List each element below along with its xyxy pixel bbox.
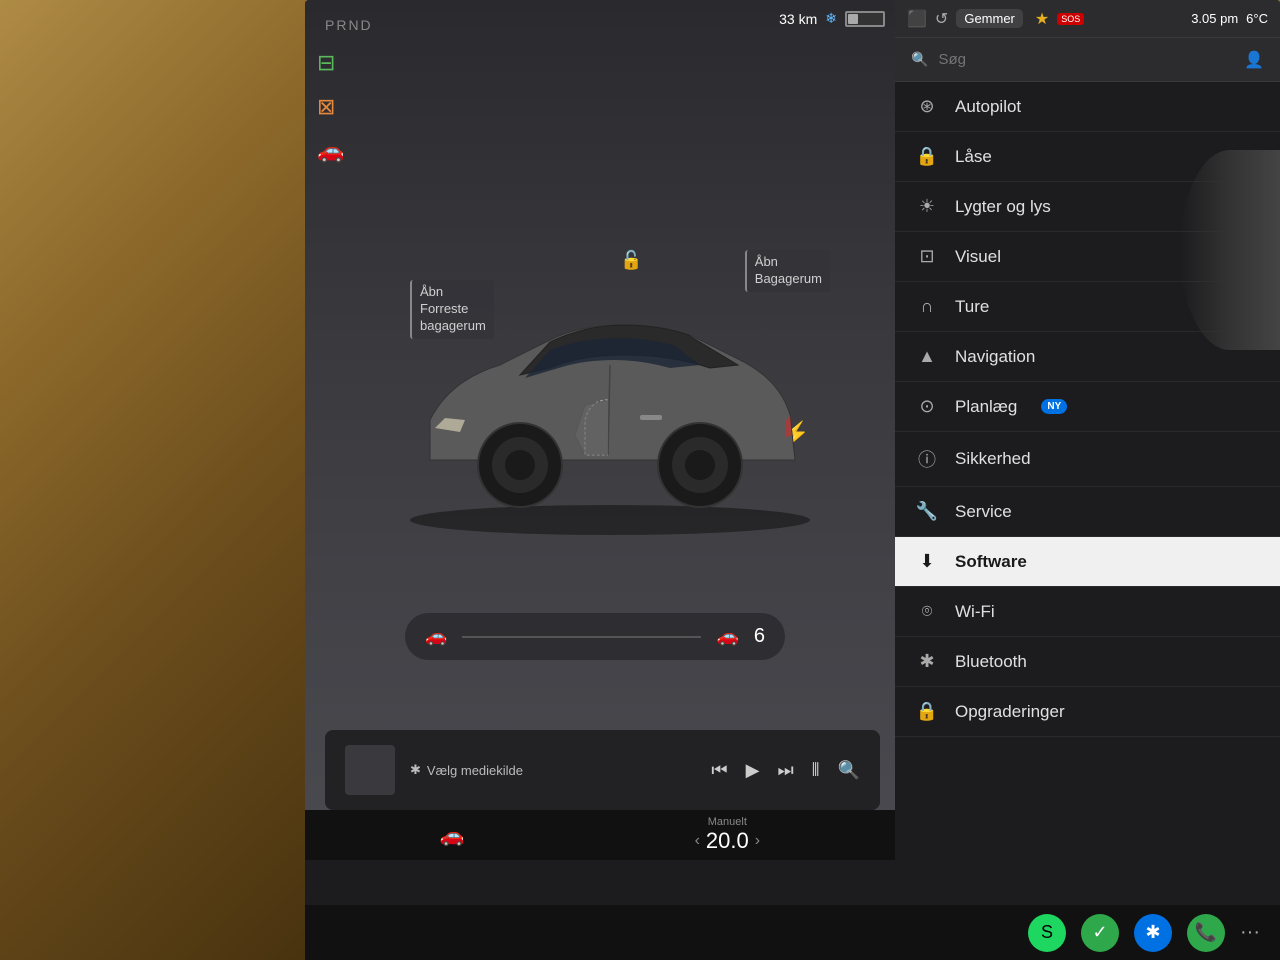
sikkerhed-label: Sikkerhed [955, 449, 1031, 469]
planlaeg-label: Planlæg [955, 397, 1017, 417]
top-bar: PRND 33 km ❄ [305, 0, 895, 50]
autopilot-icon: ⊛ [915, 96, 939, 117]
temp-up-button[interactable]: › [755, 832, 760, 850]
equalizer-icon: ⦀ [812, 760, 820, 781]
search-input[interactable] [938, 51, 1234, 68]
car-panel: PRND 33 km ❄ ⊟ ⊠ 🚗 Åbn Forreste bagageru… [305, 0, 895, 860]
spotify-button[interactable]: S [1028, 914, 1066, 952]
car-bottom-icon: 🚗 [440, 823, 465, 848]
ture-icon: ∩ [915, 296, 939, 317]
software-icon: ⬇ [915, 551, 939, 572]
menu-item-sikkerhed[interactable]: ⓘ Sikkerhed [895, 432, 1280, 487]
bluetooth-dock-icon: ✱ [1145, 922, 1160, 943]
seatbelt-icon[interactable]: 🚗 [317, 138, 344, 164]
temp-down-button[interactable]: ‹ [695, 832, 700, 850]
user-icon[interactable]: 👤 [1244, 50, 1264, 70]
driver-icon[interactable]: ⊠ [317, 94, 344, 120]
car-svg: Åbn Forreste bagagerum Åbn Bagagerum 🔓 ⚡ [360, 220, 860, 540]
range-display: 33 km [779, 11, 817, 27]
opgraderinger-icon: 🔒 [915, 701, 939, 722]
left-icons: ⊟ ⊠ 🚗 [317, 50, 344, 164]
menu-item-planlaeg[interactable]: ⊙ Planlæg NY [895, 382, 1280, 432]
menu-item-opgraderinger[interactable]: 🔒 Opgraderinger [895, 687, 1280, 737]
media-controls: ⏮ ▶ ⏭ ⦀ 🔍 [711, 760, 860, 781]
mac-time: 3.05 pm [1191, 11, 1238, 26]
mac-folder-icon: ⬛ [907, 9, 927, 29]
phone-icon: 📞 [1195, 922, 1217, 943]
snowflake-icon: ❄ [825, 10, 837, 27]
wifi-icon: ⌾ [915, 601, 939, 622]
ture-label: Ture [955, 297, 989, 317]
star-icon: ★ [1035, 9, 1049, 29]
status-right: 33 km ❄ [779, 10, 885, 27]
car-large-icon: 🚗 [716, 626, 738, 647]
service-label: Service [955, 502, 1012, 522]
play-button[interactable]: ▶ [746, 760, 760, 781]
headlight-icon[interactable]: ⊟ [317, 50, 344, 76]
menu-item-autopilot[interactable]: ⊛ Autopilot [895, 82, 1280, 132]
new-badge: NY [1041, 399, 1067, 414]
temp-control: Manuelt ‹ 20.0 › [695, 816, 760, 854]
menu-item-service[interactable]: 🔧 Service [895, 487, 1280, 537]
mac-temp: 6°C [1246, 11, 1268, 26]
bluetooth-menu-icon: ✱ [915, 651, 939, 672]
car-small-icon: 🚗 [425, 626, 447, 647]
menu-item-wifi[interactable]: ⌾ Wi-Fi [895, 587, 1280, 637]
search-icon: 🔍 [911, 51, 928, 68]
check-button[interactable]: ✓ [1081, 914, 1119, 952]
lock-icon: 🔒 [915, 146, 939, 167]
bottom-dock: S ✓ ✱ 📞 ··· [305, 905, 1280, 960]
car-status-icon: 🚗 [440, 823, 465, 848]
range-number: 6 [754, 625, 765, 648]
bottom-temp-bar: 🚗 Manuelt ‹ 20.0 › [305, 810, 895, 860]
check-icon: ✓ [1092, 922, 1107, 943]
bluetooth-label: Bluetooth [955, 652, 1027, 672]
media-thumbnail [345, 745, 395, 795]
opgraderinger-label: Opgraderinger [955, 702, 1065, 722]
laase-label: Låse [955, 147, 992, 167]
bluetooth-media-icon: ✱ [410, 762, 421, 778]
lygter-label: Lygter og lys [955, 197, 1051, 217]
range-slider[interactable]: 🚗 🚗 6 [405, 613, 785, 660]
mac-gemmer-button[interactable]: Gemmer [956, 9, 1023, 28]
media-source-label[interactable]: ✱ Vælg mediekilde [410, 762, 523, 778]
autopilot-label: Autopilot [955, 97, 1021, 117]
background-desk-left [0, 0, 310, 960]
menu-item-software[interactable]: ⬇ Software [895, 537, 1280, 587]
visuel-icon: ⊡ [915, 246, 939, 267]
bluetooth-dock-button[interactable]: ✱ [1134, 914, 1172, 952]
car-illustration [370, 260, 850, 540]
battery-bar [845, 11, 885, 27]
prev-track-button[interactable]: ⏮ [711, 760, 727, 781]
navigation-label: Navigation [955, 347, 1035, 367]
menu-item-bluetooth[interactable]: ✱ Bluetooth [895, 637, 1280, 687]
next-track-button[interactable]: ⏭ [777, 760, 793, 781]
light-icon: ☀ [915, 196, 939, 217]
manual-label: Manuelt [708, 816, 747, 828]
battery-fill [848, 14, 858, 24]
more-button[interactable]: ··· [1240, 921, 1260, 944]
wifi-label: Wi-Fi [955, 602, 995, 622]
visuel-label: Visuel [955, 247, 1001, 267]
media-bar: ✱ Vælg mediekilde ⏮ ▶ ⏭ ⦀ 🔍 [325, 730, 880, 810]
partial-car-image [1180, 150, 1280, 350]
search-media-icon[interactable]: 🔍 [838, 760, 860, 781]
spotify-icon: S [1041, 922, 1053, 943]
settings-panel: ⬛ ↺ Gemmer ★ SOS 3.05 pm 6°C 🔍 👤 ⊛ Autop… [895, 0, 1280, 860]
car-image-area: Åbn Forreste bagagerum Åbn Bagagerum 🔓 ⚡ [345, 140, 875, 620]
temp-value: 20.0 [706, 828, 749, 854]
sos-badge: SOS [1057, 13, 1084, 25]
software-label: Software [955, 552, 1027, 572]
phone-button[interactable]: 📞 [1187, 914, 1225, 952]
mac-toolbar: ⬛ ↺ Gemmer ★ SOS 3.05 pm 6°C [895, 0, 1280, 38]
navigation-icon: ▲ [915, 346, 939, 367]
search-bar: 🔍 👤 [895, 38, 1280, 82]
tesla-screen: PRND 33 km ❄ ⊟ ⊠ 🚗 Åbn Forreste bagageru… [305, 0, 1280, 910]
mac-reload-icon[interactable]: ↺ [935, 9, 948, 29]
service-icon: 🔧 [915, 501, 939, 522]
sikkerhed-icon: ⓘ [915, 446, 939, 472]
range-line [462, 636, 701, 638]
prnd-display: PRND [325, 17, 373, 33]
planlaeg-icon: ⊙ [915, 396, 939, 417]
